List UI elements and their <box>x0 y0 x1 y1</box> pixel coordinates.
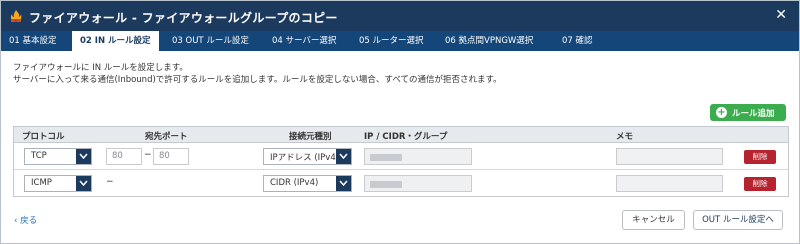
delete-button[interactable]: 削除 <box>744 177 776 191</box>
window-title: ファイアウォール - ファイアウォールグループのコピー <box>29 11 338 25</box>
add-rule-label: ルール追加 <box>732 109 775 119</box>
description-line-2: サーバーに入って来る通信(Inbound)で許可するルールを追加します。ルールを… <box>13 75 502 85</box>
memo-input[interactable] <box>616 175 723 192</box>
header-dest-port: 宛先ポート <box>145 132 188 142</box>
wizard-tabs: 01 基本設定 02 IN ルール設定 03 OUT ルール設定 04 サーバー… <box>1 31 799 52</box>
tab-confirm[interactable]: 07 確認 <box>562 31 593 51</box>
ip-input[interactable] <box>364 148 472 165</box>
protocol-select[interactable]: TCP <box>24 148 92 165</box>
title-bar: ファイアウォール - ファイアウォールグループのコピー ✕ <box>1 1 799 31</box>
header-memo: メモ <box>616 132 634 142</box>
chevron-down-icon <box>336 149 351 164</box>
chevron-left-icon: ‹ <box>14 216 18 226</box>
rules-table: プロトコル 宛先ポート 接続元種別 IP / CIDR・グループ メモ TCP … <box>13 126 789 197</box>
protocol-value: TCP <box>31 151 47 161</box>
port-to-input[interactable]: 80 <box>153 148 189 165</box>
cancel-button[interactable]: キャンセル <box>622 210 685 230</box>
redacted-value <box>370 181 402 188</box>
back-link[interactable]: ‹ 戻る <box>14 214 37 226</box>
port-separator: − <box>144 150 152 160</box>
table-row: ICMP − CIDR (IPv4) 削除 <box>14 171 788 197</box>
header-ip-cidr-group: IP / CIDR・グループ <box>364 132 448 142</box>
memo-input[interactable] <box>616 148 723 165</box>
description-line-1: ファイアウォールに IN ルールを設定します。 <box>13 63 188 73</box>
protocol-value: ICMP <box>31 178 52 188</box>
next-out-rules-button[interactable]: OUT ルール設定へ <box>693 210 783 230</box>
plus-circle-icon: + <box>716 107 727 118</box>
protocol-select[interactable]: ICMP <box>24 175 92 192</box>
description: ファイアウォールに IN ルールを設定します。 サーバーに入って来る通信(Inb… <box>13 62 502 86</box>
redacted-value <box>370 154 402 161</box>
port-from-input[interactable]: 80 <box>106 148 142 165</box>
back-label: 戻る <box>20 216 38 226</box>
header-protocol: プロトコル <box>22 132 65 142</box>
chevron-down-icon <box>76 176 91 191</box>
table-header: プロトコル 宛先ポート 接続元種別 IP / CIDR・グループ メモ <box>14 127 788 143</box>
port-separator: − <box>106 177 114 187</box>
tab-router-select[interactable]: 05 ルーター選択 <box>359 31 424 51</box>
header-source-type: 接続元種別 <box>289 132 332 142</box>
chevron-down-icon <box>336 176 351 191</box>
add-rule-button[interactable]: + ルール追加 <box>710 104 786 121</box>
source-type-value: CIDR (IPv4) <box>270 178 319 188</box>
table-row: TCP 80 − 80 IPアドレス (IPv4) 削除 <box>14 144 788 170</box>
tab-in-rules[interactable]: 02 IN ルール設定 <box>72 31 159 52</box>
tab-server-select[interactable]: 04 サーバー選択 <box>272 31 336 51</box>
source-type-select[interactable]: IPアドレス (IPv4) <box>263 148 352 165</box>
close-icon[interactable]: ✕ <box>775 7 787 23</box>
delete-button[interactable]: 削除 <box>744 150 776 164</box>
tab-out-rules[interactable]: 03 OUT ルール設定 <box>172 31 249 51</box>
cidr-input[interactable] <box>364 175 472 192</box>
chevron-down-icon <box>76 149 91 164</box>
tab-basic-settings[interactable]: 01 基本設定 <box>9 31 57 51</box>
tab-vpngw-select[interactable]: 06 拠点間VPNGW選択 <box>445 31 533 51</box>
firewall-icon <box>9 9 23 23</box>
source-type-value: IPアドレス (IPv4) <box>270 153 340 163</box>
dialog: ファイアウォール - ファイアウォールグループのコピー ✕ 01 基本設定 02… <box>0 0 800 244</box>
source-type-select[interactable]: CIDR (IPv4) <box>263 175 352 192</box>
